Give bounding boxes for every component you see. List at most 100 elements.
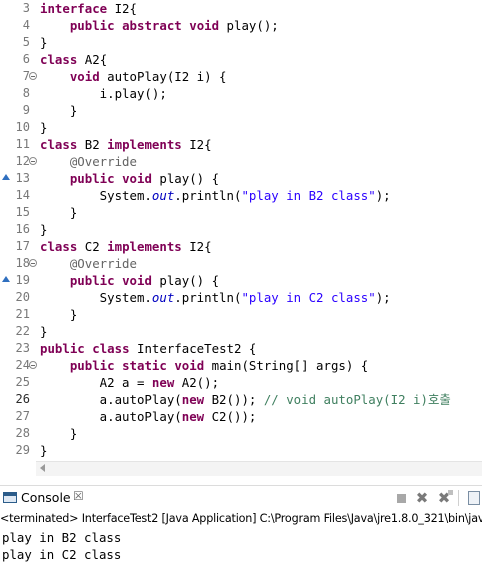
code-line[interactable]: 5} <box>0 34 482 51</box>
code-token: A2 a = <box>40 375 152 390</box>
code-line[interactable]: 28 } <box>0 425 482 442</box>
line-ruler[interactable]: 10 <box>0 119 36 136</box>
code-text: } <box>40 323 47 340</box>
code-line[interactable]: 13 public void play() { <box>0 170 482 187</box>
line-ruler[interactable]: 9 <box>0 102 36 119</box>
collapse-icon[interactable] <box>29 361 37 369</box>
line-ruler[interactable]: 11 <box>0 136 36 153</box>
line-ruler[interactable]: 19 <box>0 272 36 289</box>
code-line[interactable]: 26 a.autoPlay(new B2()); // void autoPla… <box>0 391 482 408</box>
line-ruler[interactable]: 3 <box>0 0 36 17</box>
code-line[interactable]: 19 public void play() { <box>0 272 482 289</box>
code-line[interactable]: 21 } <box>0 306 482 323</box>
code-line[interactable]: 8 i.play(); <box>0 85 482 102</box>
code-line[interactable]: 16} <box>0 221 482 238</box>
line-ruler[interactable]: 22 <box>0 323 36 340</box>
code-line[interactable]: 20 System.out.println("play in C2 class"… <box>0 289 482 306</box>
line-ruler[interactable]: 20 <box>0 289 36 306</box>
code-token: @Override <box>69 256 137 271</box>
code-line[interactable]: 18 @Override <box>0 255 482 272</box>
code-token: class <box>92 341 130 356</box>
line-ruler[interactable]: 16 <box>0 221 36 238</box>
code-token: @Override <box>69 154 137 169</box>
code-line[interactable]: 25 A2 a = new A2(); <box>0 374 482 391</box>
line-ruler[interactable]: 4 <box>0 17 36 34</box>
line-ruler[interactable]: 5 <box>0 34 36 51</box>
code-line[interactable]: 29} <box>0 442 482 458</box>
line-ruler[interactable]: 28 <box>0 425 36 442</box>
line-ruler[interactable]: 8 <box>0 85 36 102</box>
code-line[interactable]: 6 class A2{ <box>0 51 482 68</box>
code-text: public void play() { <box>40 272 219 289</box>
line-ruler[interactable]: 14 <box>0 187 36 204</box>
code-text: public void play() { <box>40 170 219 187</box>
scroll-left-arrow-icon[interactable] <box>40 464 45 472</box>
line-number: 24 <box>15 358 30 372</box>
code-line[interactable]: 27 a.autoPlay(new C2()); <box>0 408 482 425</box>
line-ruler[interactable]: 21 <box>0 306 36 323</box>
line-ruler[interactable]: 12 <box>0 153 37 170</box>
line-ruler[interactable]: 13 <box>0 170 36 187</box>
code-editor[interactable]: 3 interface I2{4 public abstract void pla… <box>0 0 482 458</box>
editor-horizontal-scrollbar[interactable] <box>36 461 482 476</box>
line-ruler[interactable]: 25 <box>0 374 36 391</box>
code-text: i.play(); <box>40 85 167 102</box>
code-token: InterfaceTest2 { <box>129 341 257 356</box>
code-token: } <box>40 443 48 458</box>
collapse-icon[interactable] <box>29 72 37 80</box>
remove-launch-icon[interactable]: ✖ <box>415 489 429 507</box>
line-ruler[interactable]: 17 <box>0 238 36 255</box>
line-number: 21 <box>15 307 30 321</box>
remove-all-terminated-icon[interactable]: ✖ <box>437 489 453 507</box>
code-token: main(String[] args) { <box>204 358 369 373</box>
collapse-icon[interactable] <box>29 259 37 267</box>
line-ruler[interactable]: 26 <box>0 391 36 408</box>
terminate-icon[interactable] <box>394 491 408 505</box>
code-line[interactable]: 3 interface I2{ <box>0 0 482 17</box>
code-token: System. <box>40 290 152 305</box>
line-ruler[interactable]: 23 <box>0 340 36 357</box>
console-tab[interactable]: Console ☒ <box>0 486 100 510</box>
line-ruler[interactable]: 15 <box>0 204 36 221</box>
code-line[interactable]: 17 class C2 implements I2{ <box>0 238 482 255</box>
close-icon[interactable]: ☒ <box>73 489 84 503</box>
code-line[interactable]: 10} <box>0 119 482 136</box>
code-line[interactable]: 7 void autoPlay(I2 i) { <box>0 68 482 85</box>
console-output[interactable]: play in B2 class play in C2 class <box>2 529 482 563</box>
code-token: C2()); <box>204 409 257 424</box>
code-token: public <box>69 273 115 288</box>
line-ruler[interactable]: 7 <box>0 68 37 85</box>
line-number: 20 <box>15 290 30 304</box>
code-token: I2{ <box>181 239 212 254</box>
line-ruler[interactable]: 24 <box>0 357 37 374</box>
scroll-lock-icon[interactable] <box>468 491 480 505</box>
code-text: interface I2{ <box>40 0 137 17</box>
code-token: play() { <box>151 171 220 186</box>
collapse-icon[interactable] <box>29 157 37 165</box>
code-line[interactable]: 23 public class InterfaceTest2 { <box>0 340 482 357</box>
code-line[interactable]: 24 public static void main(String[] args… <box>0 357 482 374</box>
line-ruler[interactable]: 29 <box>0 442 36 458</box>
code-line[interactable]: 9 } <box>0 102 482 119</box>
code-line[interactable]: 14 System.out.println("play in B2 class"… <box>0 187 482 204</box>
code-line[interactable]: 15 } <box>0 204 482 221</box>
line-number: 11 <box>15 137 30 151</box>
line-number: 29 <box>15 443 30 457</box>
line-number: 5 <box>22 35 30 49</box>
line-ruler[interactable]: 18 <box>0 255 37 272</box>
code-text: System.out.println("play in B2 class"); <box>40 187 391 204</box>
line-ruler[interactable]: 27 <box>0 408 36 425</box>
code-line[interactable]: 22} <box>0 323 482 340</box>
code-line[interactable]: 11 class B2 implements I2{ <box>0 136 482 153</box>
code-line[interactable]: 4 public abstract void play(); <box>0 17 482 34</box>
line-number: 27 <box>15 409 30 423</box>
line-number: 17 <box>15 239 30 253</box>
code-line[interactable]: 12 @Override <box>0 153 482 170</box>
code-text: public abstract void play(); <box>40 17 279 34</box>
code-token: } <box>40 35 48 50</box>
line-ruler[interactable]: 6 <box>0 51 36 68</box>
line-number: 28 <box>15 426 30 440</box>
code-token: public <box>69 358 115 373</box>
code-token: new <box>181 392 205 407</box>
